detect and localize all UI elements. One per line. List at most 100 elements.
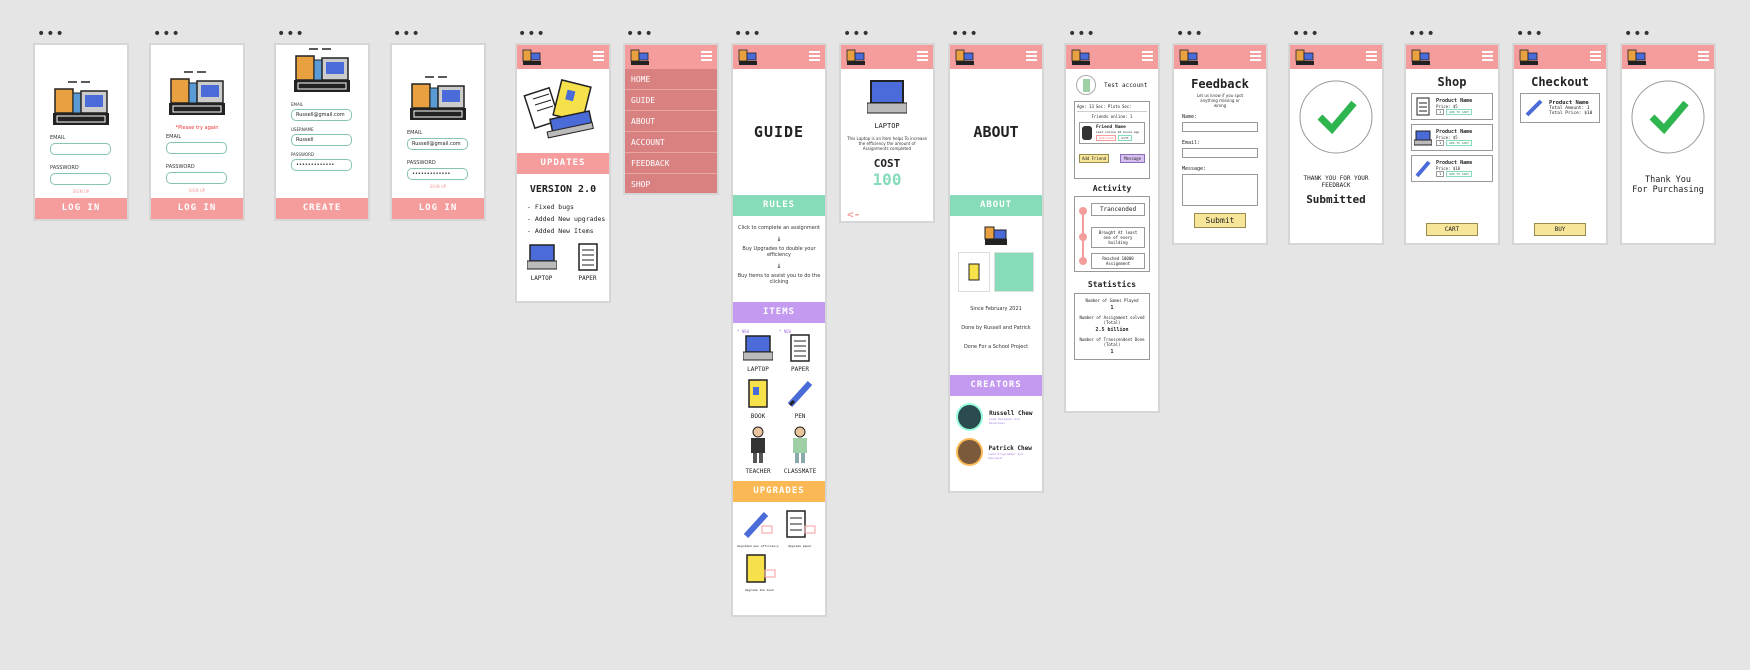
email-field[interactable]	[50, 143, 111, 155]
paper-upgrade[interactable]: Upgrade paper	[779, 510, 821, 548]
menu-item-home[interactable]: HOME	[625, 69, 717, 90]
cart-button[interactable]: CART	[1426, 223, 1478, 236]
hamburger-menu-icon[interactable]	[1366, 51, 1377, 61]
page-title: Feedback	[1191, 77, 1249, 91]
paper-icon	[577, 243, 598, 271]
stat-label: Number of Games Played	[1085, 298, 1139, 303]
game-preview	[958, 252, 990, 292]
frame-options-icon[interactable]: •••	[1292, 27, 1320, 41]
frame-options-icon[interactable]: •••	[1624, 27, 1652, 41]
creator-card: Patrick Chew Lead Programmer and Designer	[956, 438, 1036, 466]
update-item: - Added New upgrades	[527, 215, 606, 223]
frame-options-icon[interactable]: •••	[734, 27, 762, 41]
frame-options-icon[interactable]: •••	[951, 27, 979, 41]
quantity-stepper[interactable]: 1	[1436, 171, 1445, 177]
age: Age: 13	[1077, 104, 1094, 109]
frame-options-icon[interactable]: •••	[393, 27, 421, 41]
pen-upgrade[interactable]: Upgraded pen efficiency	[737, 510, 779, 548]
paper-item[interactable]: * NEW PAPER	[779, 329, 821, 373]
add-to-cart-button[interactable]: ADD TO CART	[1446, 171, 1472, 177]
quantity-stepper[interactable]: 1	[1436, 109, 1445, 115]
create-button[interactable]: CREATE	[276, 198, 368, 219]
email-field[interactable]: Russell@gmail.com	[407, 138, 468, 150]
item-label: TEACHER	[745, 468, 771, 475]
username-field[interactable]: Russell	[291, 134, 352, 146]
menu-item-guide[interactable]: GUIDE	[625, 90, 717, 111]
creator-role: Lead Programmer and Designer	[988, 451, 1023, 460]
password-field[interactable]: •••••••••••••	[407, 168, 468, 180]
hamburger-menu-icon[interactable]	[1482, 51, 1493, 61]
menu-item-feedback[interactable]: FEEDBACK	[625, 153, 717, 174]
hamburger-menu-icon[interactable]	[809, 51, 820, 61]
password-field[interactable]	[50, 173, 111, 185]
frame-options-icon[interactable]: •••	[1176, 27, 1204, 41]
quantity-stepper[interactable]: 1	[1436, 140, 1445, 146]
rule-item: Buy Upgrades to double your efficiency	[742, 246, 816, 258]
success-check	[1290, 79, 1382, 159]
add-friend-button[interactable]: Add Friend	[1079, 154, 1110, 163]
message-field[interactable]	[1182, 174, 1258, 206]
frame-options-icon[interactable]: •••	[153, 27, 181, 41]
laptop-item[interactable]: LAPTOP	[526, 243, 557, 282]
email-field[interactable]	[166, 142, 227, 154]
paper-item[interactable]: PAPER	[576, 243, 600, 282]
hamburger-menu-icon[interactable]	[1250, 51, 1261, 61]
signup-link[interactable]: SIGN UP	[151, 188, 243, 193]
add-to-cart-button[interactable]: ADD TO CART	[1446, 109, 1472, 115]
email-field[interactable]: Russell@gmail.com	[291, 109, 352, 121]
back-button[interactable]: <-	[847, 208, 860, 221]
add-to-cart-button[interactable]: ADD TO CART	[1446, 140, 1472, 146]
paper-icon	[790, 334, 810, 362]
name-field[interactable]	[1182, 122, 1258, 132]
hamburger-menu-icon[interactable]	[593, 51, 604, 61]
book-item[interactable]: BOOK	[737, 379, 779, 420]
menu-item-account[interactable]: ACCOUNT	[625, 132, 717, 153]
teacher-item[interactable]: TEACHER	[737, 426, 779, 475]
login-button[interactable]: LOG IN	[151, 198, 243, 219]
submit-button[interactable]: Submit	[1194, 213, 1246, 228]
email-label: EMAIL	[166, 134, 182, 140]
hamburger-menu-icon[interactable]	[1590, 51, 1601, 61]
pen-item[interactable]: PEN	[779, 379, 821, 420]
laptop-icon	[526, 244, 557, 270]
hamburger-menu-icon[interactable]	[1698, 51, 1709, 61]
message-button[interactable]: Message	[1120, 154, 1145, 163]
book-upgrade[interactable]: Upgrade the book	[737, 554, 779, 592]
menu-item-shop[interactable]: SHOP	[625, 174, 717, 193]
frame-options-icon[interactable]: •••	[1068, 27, 1096, 41]
buy-button[interactable]: BUY	[1534, 223, 1586, 236]
frame-options-icon[interactable]: •••	[843, 27, 871, 41]
hamburger-menu-icon[interactable]	[1026, 51, 1037, 61]
app-logo-icon	[1071, 47, 1091, 66]
laptop-item[interactable]: * NEW LAPTOP	[737, 329, 779, 373]
frame-options-icon[interactable]: •••	[37, 27, 65, 41]
signup-link[interactable]: SIGN UP	[35, 189, 127, 194]
item-label: BOOK	[750, 413, 766, 420]
class: Sec: Pluto	[1095, 104, 1120, 109]
login-button[interactable]: LOG IN	[392, 198, 484, 219]
hamburger-menu-icon[interactable]	[917, 51, 928, 61]
signup-link[interactable]: SIGN UP	[392, 184, 484, 189]
gift-button[interactable]: Gift	[1118, 135, 1132, 141]
password-label: PASSWORD	[407, 160, 436, 166]
frame-options-icon[interactable]: •••	[1516, 27, 1544, 41]
password-field[interactable]: •••••••••••••	[291, 159, 352, 171]
hamburger-menu-icon[interactable]	[701, 51, 712, 61]
checkout-screen: Checkout Product Name Total Amount: 1 Tota…	[1512, 43, 1608, 245]
frame-options-icon[interactable]: •••	[1408, 27, 1436, 41]
classmate-item[interactable]: CLASSMATE	[779, 426, 821, 475]
menu-item-about[interactable]: ABOUT	[625, 111, 717, 132]
login-button[interactable]: LOG IN	[35, 198, 127, 219]
email-field[interactable]	[1182, 148, 1258, 158]
friends-online: Friends online: 1	[1091, 114, 1133, 119]
hamburger-menu-icon[interactable]	[1142, 51, 1153, 61]
unfriend-button[interactable]: Unfriend	[1096, 135, 1117, 141]
password-field[interactable]	[166, 172, 227, 184]
frame-options-icon[interactable]: •••	[518, 27, 546, 41]
product-list: Product Name Price: $5 1 ADD TO CART Product…	[1406, 93, 1498, 182]
frame-options-icon[interactable]: •••	[277, 27, 305, 41]
frame-options-icon[interactable]: •••	[626, 27, 654, 41]
upgrades-grid: Upgraded pen efficiency Upgrade paper Up…	[733, 502, 825, 600]
guide-screen: GUIDE RULES Click to complete an assignm…	[731, 43, 827, 617]
teacher-icon	[751, 426, 765, 463]
